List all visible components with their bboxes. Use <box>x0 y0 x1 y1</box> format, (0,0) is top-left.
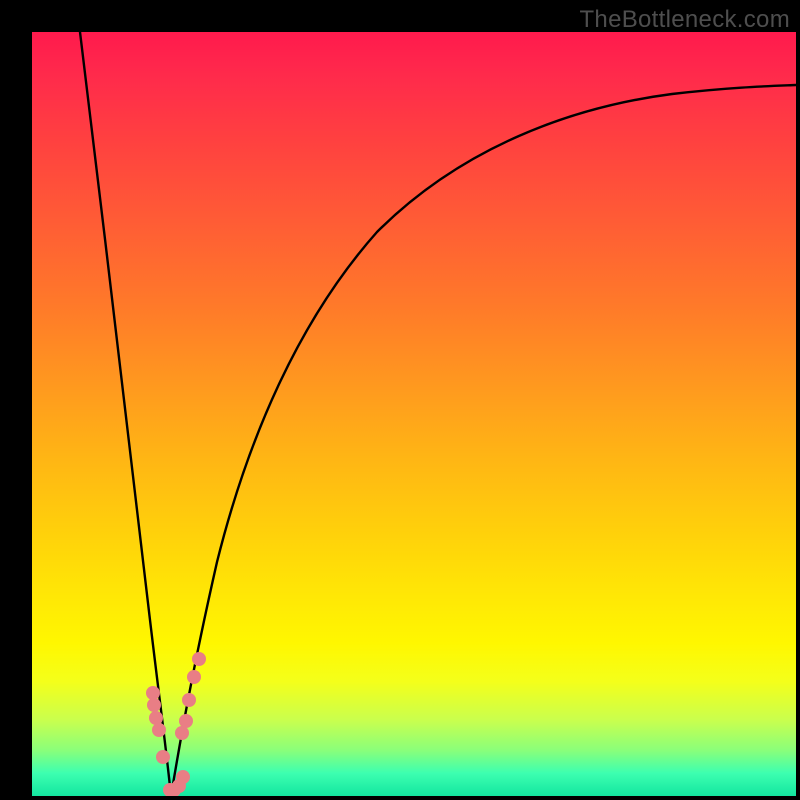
chart-frame: TheBottleneck.com <box>0 0 800 800</box>
watermark-text: TheBottleneck.com <box>579 6 790 34</box>
plot-area <box>32 32 796 796</box>
highlight-dots <box>146 652 206 796</box>
bottleneck-curve <box>32 32 796 796</box>
curve-right-branch <box>171 85 796 796</box>
curve-left-branch <box>80 32 171 796</box>
